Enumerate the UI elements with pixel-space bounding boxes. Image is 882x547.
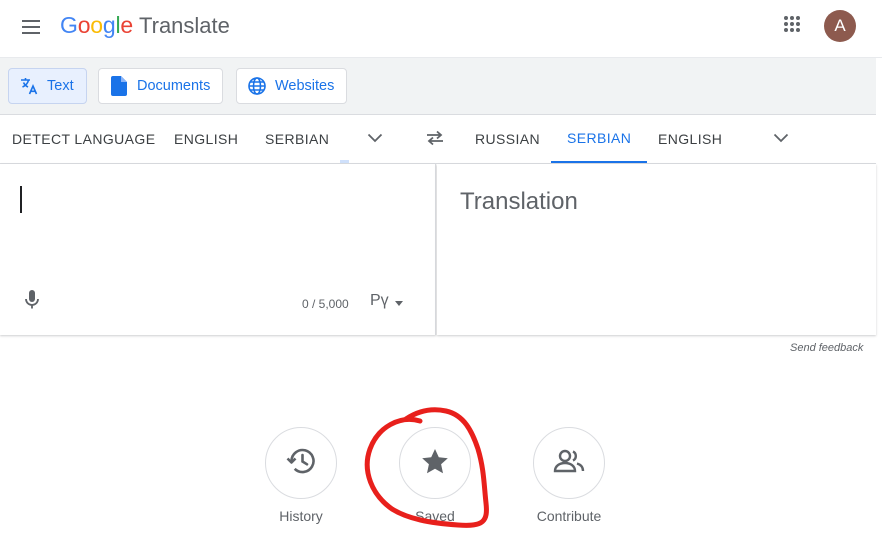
history-button[interactable]: [265, 427, 337, 499]
language-bar: DETECT LANGUAGE ENGLISH SERBIAN RUSSIAN …: [0, 115, 876, 164]
target-lang-russian[interactable]: RUSSIAN: [475, 115, 540, 163]
indicator-mark: [340, 160, 349, 163]
document-icon: [109, 76, 129, 96]
main-menu-button[interactable]: [16, 13, 48, 45]
google-apps-button[interactable]: [776, 10, 808, 42]
target-lang-more-button[interactable]: [769, 127, 793, 151]
swap-languages-button[interactable]: [422, 127, 448, 153]
chevron-down-icon: [773, 130, 789, 148]
account-avatar[interactable]: A: [824, 10, 856, 42]
mode-toolbar: Text Documents Websites: [0, 58, 876, 115]
documents-mode-label: Documents: [137, 78, 211, 94]
character-count: 0 / 5,000: [302, 297, 349, 311]
target-lang-serbian[interactable]: SERBIAN: [551, 115, 648, 163]
text-mode-button[interactable]: Text: [8, 68, 87, 104]
source-text-panel: 0 / 5,000 Рү: [0, 164, 436, 335]
google-translate-logo[interactable]: Google Translate: [60, 12, 230, 42]
logo-letter: G: [60, 12, 78, 38]
source-text-input[interactable]: [24, 182, 414, 272]
contribute-action[interactable]: Contribute: [524, 427, 614, 537]
saved-label: Saved: [415, 508, 455, 524]
contribute-label: Contribute: [536, 508, 602, 524]
source-lang-serbian[interactable]: SERBIAN: [265, 115, 329, 163]
ime-label: Рү: [370, 292, 389, 309]
chevron-down-icon: [367, 130, 383, 148]
mic-icon: [24, 289, 40, 315]
input-tools-button[interactable]: Рү: [370, 292, 403, 310]
source-lang-more-button[interactable]: [363, 127, 387, 151]
history-label: History: [279, 508, 323, 524]
apps-grid-icon: [783, 15, 801, 38]
logo-letter: o: [90, 12, 103, 38]
websites-mode-button[interactable]: Websites: [236, 68, 348, 104]
history-action[interactable]: History: [256, 427, 346, 537]
contribute-button[interactable]: [533, 427, 605, 499]
source-lang-detect[interactable]: DETECT LANGUAGE: [12, 115, 155, 163]
target-lang-english[interactable]: ENGLISH: [658, 115, 722, 163]
voice-input-button[interactable]: [20, 289, 44, 315]
logo-letter: e: [120, 12, 133, 38]
dropdown-arrow-icon: [394, 293, 403, 310]
translate-icon: [19, 76, 39, 96]
history-icon: [286, 447, 316, 480]
documents-mode-button[interactable]: Documents: [98, 68, 224, 104]
send-feedback-link[interactable]: Send feedback: [790, 342, 863, 354]
globe-icon: [247, 76, 267, 96]
app-header: Google Translate A: [0, 0, 882, 58]
translation-panel: Translation: [437, 164, 876, 335]
product-name: Translate: [139, 13, 230, 38]
websites-mode-label: Websites: [275, 78, 335, 94]
text-mode-label: Text: [47, 78, 74, 94]
logo-letter: g: [102, 12, 116, 38]
saved-button[interactable]: [399, 427, 471, 499]
swap-icon: [425, 130, 445, 151]
translation-placeholder: Translation: [460, 188, 578, 215]
source-lang-english[interactable]: ENGLISH: [174, 115, 238, 163]
saved-action[interactable]: Saved: [390, 427, 480, 537]
logo-letter: o: [77, 12, 91, 38]
text-cursor: [20, 186, 22, 213]
people-icon: [553, 449, 585, 478]
menu-icon: [22, 19, 42, 40]
google-wordmark: Google: [60, 12, 133, 39]
star-icon: [421, 448, 449, 479]
